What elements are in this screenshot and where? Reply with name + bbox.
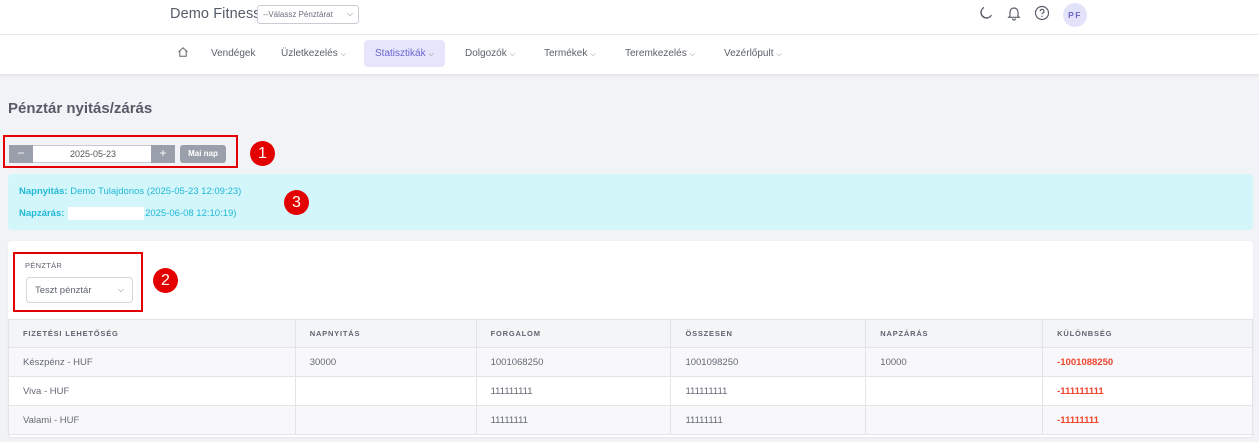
- table-row: Készpénz - HUF 30000 1001068250 10010982…: [8, 347, 1253, 377]
- column-header: FIZETÉSI LEHETŐSÉG: [8, 319, 296, 348]
- table-cell: Készpénz - HUF: [8, 347, 296, 377]
- close-label: Napzárás:: [19, 208, 65, 220]
- chevron-down-icon: ⌵: [340, 51, 347, 58]
- close-value: 2025-06-08 12:10:19): [145, 208, 237, 220]
- chevron-down-icon: ⌵: [509, 51, 516, 58]
- page-title: Pénztár nyitás/zárás: [8, 100, 153, 117]
- nav-item-vendegek[interactable]: Vendégek: [211, 40, 256, 67]
- annotation-badge-3: 3: [284, 190, 309, 215]
- nav-item-statisztikak[interactable]: Statisztikák ⌵: [364, 40, 445, 67]
- table-cell: 111111111: [670, 376, 867, 406]
- table-cell: 1001068250: [475, 347, 672, 377]
- date-input[interactable]: 2025-05-23: [34, 149, 152, 159]
- difference-cell: -11111111: [1042, 405, 1253, 435]
- annotation-badge-2: 2: [153, 268, 178, 293]
- chevron-down-icon: ⌵: [689, 51, 696, 58]
- payment-table: FIZETÉSI LEHETŐSÉG NAPNYITÁS FORGALOM ÖS…: [8, 319, 1253, 435]
- table-cell: [294, 405, 477, 435]
- column-header: NAPNYITÁS: [294, 319, 477, 348]
- store-select-value: --Válassz Pénztárat: [263, 10, 333, 19]
- table-cell: Viva - HUF: [8, 376, 296, 406]
- table-header-row: FIZETÉSI LEHETŐSÉG NAPNYITÁS FORGALOM ÖS…: [8, 319, 1253, 348]
- date-prev-button[interactable]: −: [9, 145, 33, 163]
- help-icon[interactable]: [1034, 5, 1050, 21]
- chevron-down-icon: ⌵: [428, 51, 434, 58]
- column-header: NAPZÁRÁS: [865, 319, 1044, 348]
- table-cell: 10000: [865, 347, 1044, 377]
- table-cell: [865, 405, 1044, 435]
- nav-item-teremkezeles[interactable]: Teremkezelés ⌵: [625, 40, 695, 67]
- table-cell: [865, 376, 1044, 406]
- difference-cell: -111111111: [1042, 376, 1253, 406]
- chevron-down-icon: ⌵: [590, 51, 596, 58]
- table-cell: [294, 376, 477, 406]
- register-label: PÉNZTÁR: [25, 261, 63, 270]
- chevron-down-icon: ⌵: [117, 285, 124, 294]
- top-bar: Demo Fitness --Válassz Pénztárat ⌵ PF: [0, 0, 1259, 35]
- table-cell: 111111111: [475, 376, 672, 406]
- nav-item-uzletkezeles[interactable]: Üzletkezelés ⌵: [281, 40, 346, 67]
- open-label: Napnyitás:: [19, 186, 68, 197]
- info-banner: Napnyitás: Demo Tulajdonos (2025-05-23 1…: [8, 174, 1253, 230]
- column-header: FORGALOM: [475, 319, 672, 348]
- dark-mode-icon[interactable]: [978, 5, 994, 21]
- table-cell: 1001098250: [670, 347, 867, 377]
- open-info: Napnyitás: Demo Tulajdonos (2025-05-23 1…: [19, 186, 241, 197]
- brand-name[interactable]: Demo Fitness: [170, 6, 261, 22]
- store-select[interactable]: --Válassz Pénztárat ⌵: [257, 5, 359, 24]
- open-value: Demo Tulajdonos (2025-05-23 12:09:23): [70, 186, 242, 197]
- date-next-button[interactable]: +: [151, 145, 175, 163]
- chevron-down-icon: ⌵: [776, 51, 782, 58]
- register-select-value: Teszt pénztár: [35, 285, 92, 296]
- table-row: Valami - HUF 11111111 11111111 -11111111: [8, 405, 1253, 435]
- table-cell: 11111111: [475, 405, 672, 435]
- annotation-badge-1: 1: [250, 141, 275, 166]
- difference-cell: -1001088250: [1042, 347, 1253, 377]
- bell-icon[interactable]: [1006, 5, 1022, 21]
- register-select[interactable]: Teszt pénztár ⌵: [26, 277, 133, 303]
- nav-item-dolgozok[interactable]: Dolgozók ⌵: [465, 40, 515, 67]
- nav-item-termekek[interactable]: Termékek ⌵: [544, 40, 596, 67]
- date-stepper: − 2025-05-23 +: [9, 145, 175, 163]
- home-icon[interactable]: [177, 46, 189, 58]
- avatar[interactable]: PF: [1063, 3, 1087, 27]
- column-header: ÖSSZESEN: [670, 319, 867, 348]
- nav-item-vezerlopult[interactable]: Vezérlőpult ⌵: [724, 40, 782, 67]
- today-button[interactable]: Mai nap: [180, 145, 226, 163]
- main-nav: Vendégek Üzletkezelés ⌵ Statisztikák ⌵ Dol…: [0, 35, 1259, 74]
- table-cell: 11111111: [670, 405, 867, 435]
- chevron-down-icon: ⌵: [346, 9, 353, 18]
- close-info: Napzárás: 2025-06-08 12:10:19): [19, 207, 236, 220]
- table-cell: 30000: [294, 347, 477, 377]
- redacted-block: [68, 207, 145, 220]
- column-header: KÜLÖNBSÉG: [1042, 319, 1253, 348]
- table-cell: Valami - HUF: [8, 405, 296, 435]
- table-row: Viva - HUF 111111111 111111111 -11111111…: [8, 376, 1253, 406]
